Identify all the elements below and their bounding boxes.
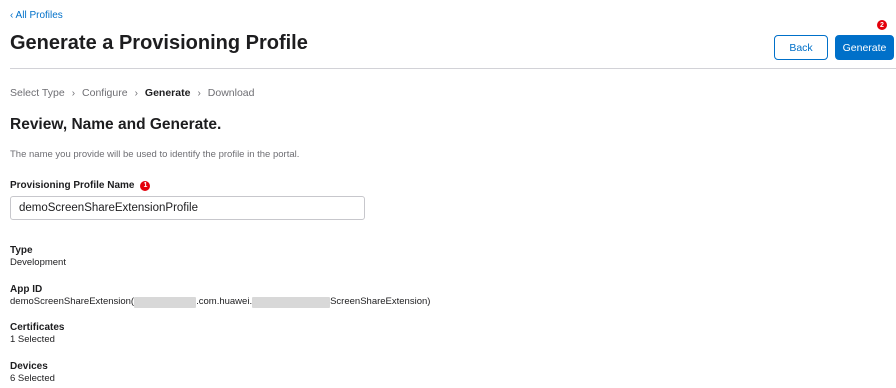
- section-description: The name you provide will be used to ide…: [10, 149, 300, 160]
- devices-value: 6 Selected: [10, 373, 55, 384]
- certificates-label: Certificates: [10, 322, 65, 333]
- section-title: Review, Name and Generate.: [10, 116, 222, 133]
- app-id-info: App ID demoScreenShareExtension( .com.hu…: [10, 284, 430, 308]
- app-id-label: App ID: [10, 284, 43, 295]
- app-id-value: demoScreenShareExtension( .com.huawei. S…: [10, 296, 430, 308]
- profile-name-label-text: Provisioning Profile Name: [10, 180, 135, 191]
- header-divider: [10, 68, 896, 69]
- annotation-badge-1: 1: [140, 180, 151, 191]
- redacted-bundle-segment: [252, 296, 331, 308]
- page-title: Generate a Provisioning Profile: [10, 32, 308, 54]
- chevron-right-icon: ›: [134, 87, 138, 99]
- profile-name-input[interactable]: [10, 196, 365, 220]
- step-download: Download: [207, 87, 255, 99]
- type-label: Type: [10, 245, 33, 256]
- generate-button[interactable]: Generate: [835, 35, 894, 60]
- app-id-middle: .com.huawei.: [196, 296, 253, 307]
- back-button[interactable]: Back: [774, 35, 828, 60]
- header-actions: Back Generate: [774, 35, 894, 60]
- app-id-suffix: ScreenShareExtension): [330, 296, 431, 307]
- step-configure: Configure: [82, 87, 128, 99]
- type-value: Development: [10, 257, 66, 268]
- annotation-badge-2: 2: [877, 20, 887, 30]
- step-generate: Generate: [144, 87, 191, 99]
- app-id-prefix: demoScreenShareExtension(: [10, 296, 135, 307]
- progress-steps: Select Type › Configure › Generate › Dow…: [10, 87, 254, 99]
- profile-name-label: Provisioning Profile Name 1: [10, 180, 151, 191]
- redacted-team-id: [134, 296, 197, 308]
- step-select-type: Select Type: [10, 87, 65, 99]
- devices-info: Devices 6 Selected: [10, 361, 55, 385]
- devices-label: Devices: [10, 361, 48, 372]
- chevron-right-icon: ›: [71, 87, 76, 99]
- certificates-info: Certificates 1 Selected: [10, 322, 64, 346]
- certificates-value: 1 Selected: [10, 334, 55, 345]
- type-info: Type Development: [10, 245, 66, 269]
- all-profiles-link[interactable]: ‹ All Profiles: [10, 10, 63, 21]
- chevron-right-icon: ›: [197, 87, 201, 99]
- provisioning-profile-page: ‹ All Profiles Generate a Provisioning P…: [0, 0, 896, 388]
